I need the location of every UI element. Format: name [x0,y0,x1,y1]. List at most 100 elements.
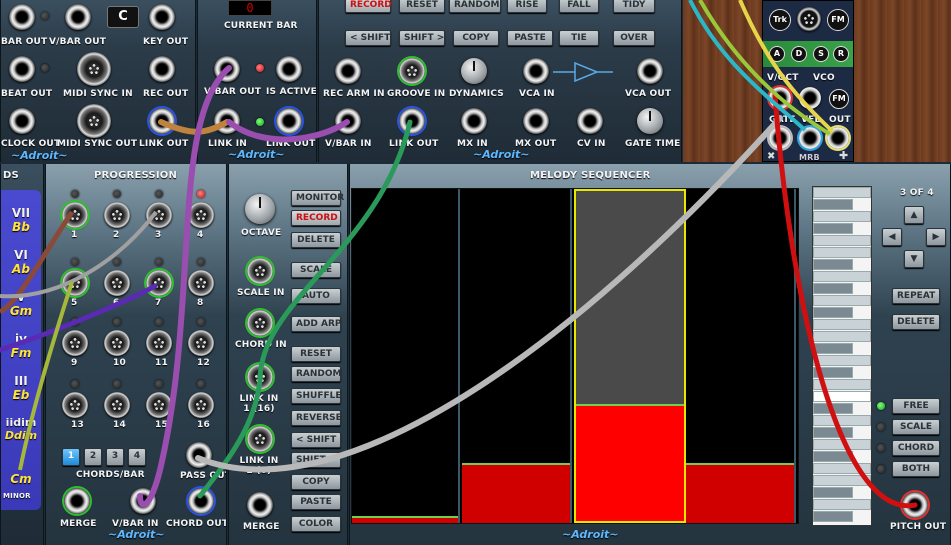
vel-jack[interactable] [799,127,821,149]
reset-button[interactable]: RESET [399,0,445,13]
v-bar-out-jack[interactable] [65,4,91,30]
melody-auto-button[interactable]: AUTO [291,288,341,304]
piano-key[interactable] [813,463,871,474]
merge-jack[interactable] [64,488,90,514]
v-oct-jack[interactable] [769,87,791,109]
chord-item[interactable]: iidim Ddim [1,416,41,442]
groove-in-port[interactable] [399,58,425,84]
adsr-d[interactable]: D [791,46,807,62]
melody-copy-button[interactable]: COPY [291,474,341,490]
link-in-1-port[interactable] [247,364,273,390]
tidy-button[interactable]: TIDY [613,0,655,13]
adsr-r[interactable]: R [833,46,849,62]
nav-down-button[interactable]: ▼ [904,250,924,268]
mx-in-jack[interactable] [461,108,487,134]
paste-button[interactable]: PASTE [507,30,553,46]
adsr-a[interactable]: A [769,46,785,62]
piano-keyboard[interactable] [812,186,872,526]
mode-chord-button[interactable]: CHORD [892,440,940,456]
piano-key[interactable] [813,415,871,426]
link-out-jack[interactable] [399,108,425,134]
cv-in-jack[interactable] [577,108,603,134]
bar-out-jack[interactable] [9,4,35,30]
piano-key[interactable] [813,199,853,210]
piano-key[interactable] [813,451,853,462]
dynamics-knob[interactable] [461,58,487,84]
step-port[interactable] [104,392,130,418]
step-port[interactable] [188,392,214,418]
note-column[interactable] [574,189,686,523]
step-port[interactable] [62,270,88,296]
piano-key[interactable] [813,247,871,258]
piano-key[interactable] [813,391,871,402]
step-port[interactable] [62,392,88,418]
mode-scale-button[interactable]: SCALE [892,419,940,435]
piano-key[interactable] [813,259,853,270]
gate-time-knob[interactable] [637,108,663,134]
link-out-jack[interactable] [276,108,302,134]
v-bar-in-jack[interactable] [335,108,361,134]
link-out-jack[interactable] [149,108,175,134]
step-port[interactable] [146,202,172,228]
v-bar-out-jack[interactable] [214,56,240,82]
piano-key[interactable] [813,307,853,318]
copy-button[interactable]: COPY [453,30,499,46]
adsr-s[interactable]: S [813,46,829,62]
piano-key[interactable] [813,475,871,486]
chords-per-bar-1[interactable]: 1 [62,448,80,466]
chords-per-bar-3[interactable]: 3 [106,448,124,466]
close-icon[interactable]: ✖ [767,151,775,161]
delete-button[interactable]: DELETE [892,314,940,330]
piano-key[interactable] [813,355,871,366]
piano-key[interactable] [813,511,853,522]
chord-in-port[interactable] [247,310,273,336]
melody-add-arp-button[interactable]: ADD ARP [291,316,342,332]
nav-up-button[interactable]: ▲ [904,206,924,224]
step-port[interactable] [62,202,88,228]
step-port[interactable] [188,330,214,356]
nav-right-button[interactable]: ▶ [926,228,946,246]
piano-key[interactable] [813,487,853,498]
note-grid[interactable] [351,188,799,524]
piano-key[interactable] [813,319,871,330]
melody-paste-button[interactable]: PASTE [291,494,341,510]
clock-out-jack[interactable] [9,108,35,134]
piano-key[interactable] [813,295,871,306]
note-bar[interactable] [352,516,458,523]
key-out-jack[interactable] [149,4,175,30]
piano-key[interactable] [813,331,871,342]
vca-out-jack[interactable] [637,58,663,84]
trk-toggle[interactable]: Trk [769,9,791,31]
merge-jack[interactable] [247,492,273,518]
melody-scale-button[interactable]: SCALE [291,262,341,278]
rec-arm-in-jack[interactable] [335,58,361,84]
scale-in-port[interactable] [247,258,273,284]
chord-item[interactable]: VI Ab [1,248,41,276]
note-column[interactable] [462,189,572,523]
is-active-jack[interactable] [276,56,302,82]
chord-item[interactable]: iv Fm [1,332,41,360]
mode-free-button[interactable]: FREE [892,398,940,414]
tie-button[interactable]: TIE [559,30,599,46]
gate-jack[interactable] [769,127,791,149]
beat-out-jack[interactable] [9,56,35,82]
mx-out-jack[interactable] [523,108,549,134]
add-icon[interactable]: ✚ [839,149,848,161]
piano-key[interactable] [813,499,871,510]
chord-item[interactable]: III Eb [1,374,41,402]
step-port[interactable] [146,330,172,356]
melody-delete-button[interactable]: DELETE [291,232,341,248]
chord-item[interactable]: VII Bb [1,206,41,234]
step-port[interactable] [104,270,130,296]
piano-key[interactable] [813,187,871,198]
melody-shift-button[interactable]: < SHIFT [291,432,341,448]
record-button[interactable]: RECORD [345,0,392,13]
note-column[interactable] [352,189,460,523]
step-port[interactable] [62,330,88,356]
link-in-2-port[interactable] [247,426,273,452]
vco-jack[interactable] [799,87,821,109]
pitch-out-jack[interactable] [902,492,928,518]
melody-shift-button[interactable]: SHIFT > [291,452,341,468]
melody-monitor-button[interactable]: MONITOR [291,190,344,206]
chords-per-bar-4[interactable]: 4 [128,448,146,466]
